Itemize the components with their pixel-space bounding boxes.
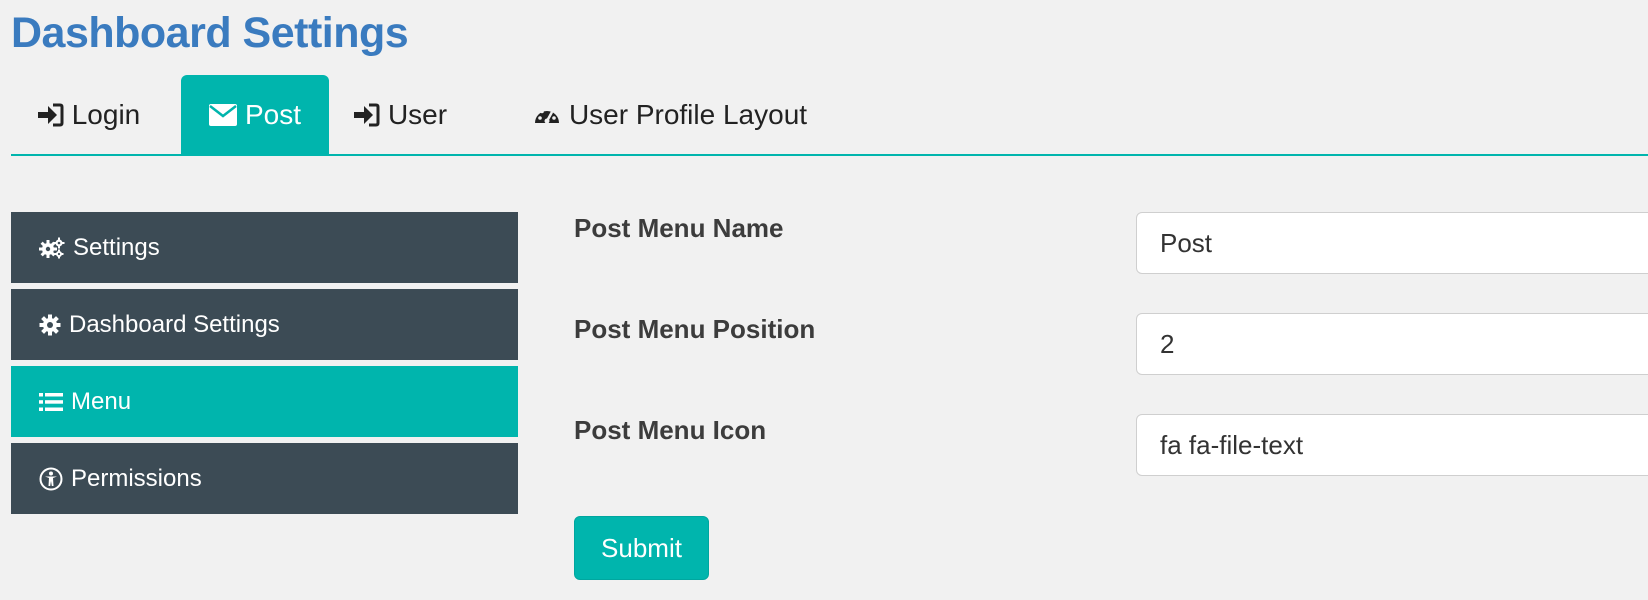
sidebar-item-label: Settings xyxy=(73,233,160,261)
post-menu-icon-label: Post Menu Icon xyxy=(574,415,767,445)
sign-in-icon xyxy=(353,103,380,127)
sidebar-item-menu[interactable]: Menu xyxy=(11,366,518,437)
sidebar-item-label: Menu xyxy=(71,387,132,415)
tab-user[interactable]: User xyxy=(338,75,463,154)
tab-bar: Login Post User User Profile Layout xyxy=(11,75,1648,156)
list-icon xyxy=(39,392,63,412)
post-menu-icon-input[interactable] xyxy=(1136,414,1648,476)
sidebar-item-dashboard-settings[interactable]: Dashboard Settings xyxy=(11,289,518,360)
post-menu-name-label: Post Menu Name xyxy=(574,213,784,243)
tab-login[interactable]: Login xyxy=(11,75,167,154)
sidebar-item-label: Permissions xyxy=(71,464,202,492)
sidebar-menu: Settings Dashboard Settings Menu Permiss… xyxy=(11,212,518,520)
tab-label: Post xyxy=(244,98,302,130)
post-menu-position-label: Post Menu Position xyxy=(574,314,816,344)
dashboard-gauge-icon xyxy=(533,103,561,127)
post-menu-position-input[interactable] xyxy=(1136,313,1648,375)
tab-label: Login xyxy=(71,98,141,130)
sign-in-icon xyxy=(37,103,64,127)
page-title: Dashboard Settings xyxy=(11,9,409,57)
gears-icon xyxy=(39,237,65,259)
sidebar-item-settings[interactable]: Settings xyxy=(11,212,518,283)
sidebar-item-label: Dashboard Settings xyxy=(69,310,280,338)
tab-label: User xyxy=(387,98,448,130)
tab-post[interactable]: Post xyxy=(181,75,329,154)
sidebar-item-permissions[interactable]: Permissions xyxy=(11,443,518,514)
tab-user-profile-layout[interactable]: User Profile Layout xyxy=(501,75,839,154)
submit-button[interactable]: Submit xyxy=(574,516,709,580)
post-menu-name-input[interactable] xyxy=(1136,212,1648,274)
tab-label: User Profile Layout xyxy=(568,98,808,130)
universal-access-icon xyxy=(39,467,63,491)
envelope-icon xyxy=(208,103,237,126)
gear-icon xyxy=(39,314,61,336)
